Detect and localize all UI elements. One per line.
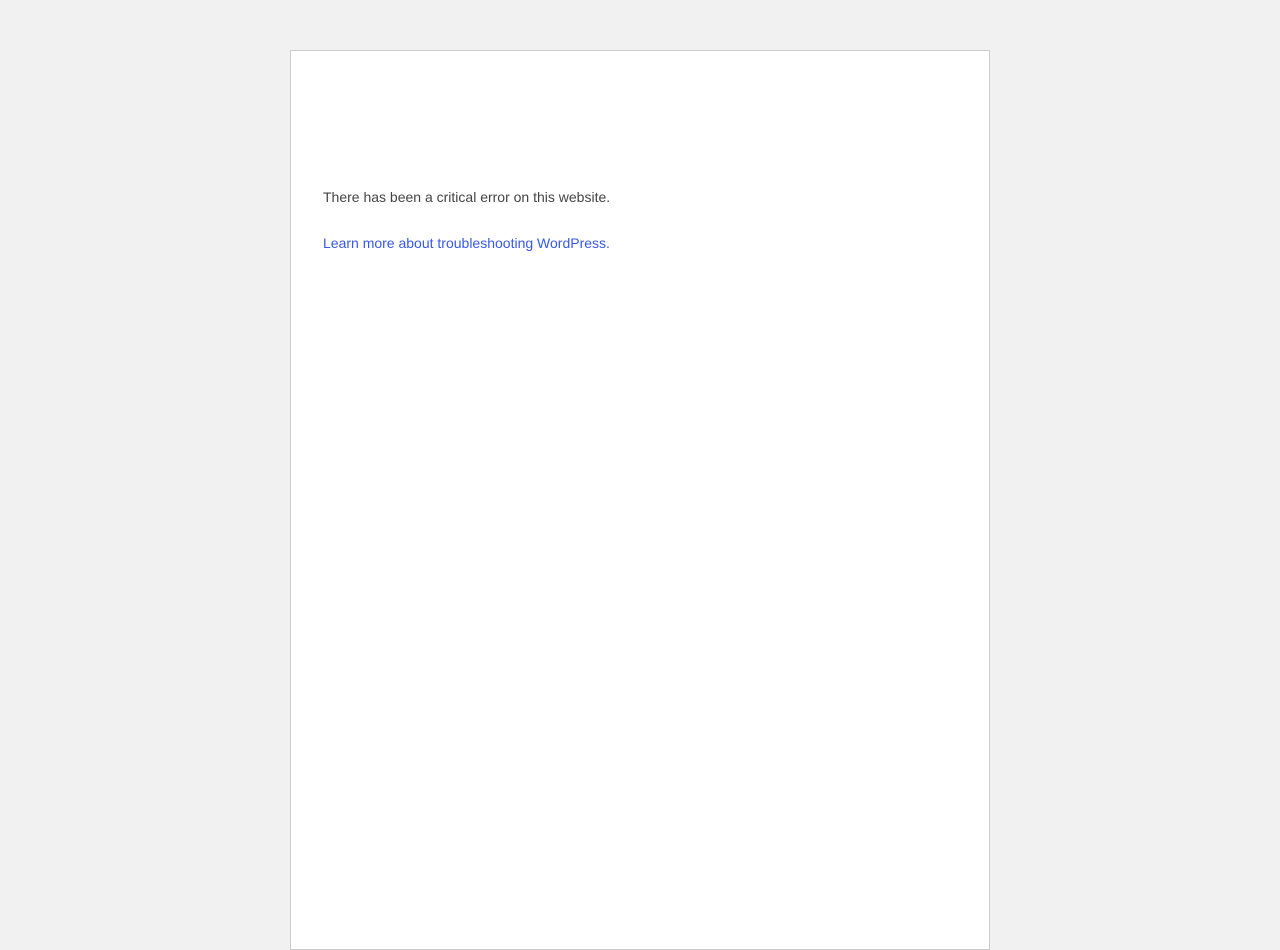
error-page-panel: There has been a critical error on this … [290,50,990,950]
error-content: There has been a critical error on this … [323,187,957,253]
troubleshooting-link[interactable]: Learn more about troubleshooting WordPre… [323,233,610,253]
critical-error-message: There has been a critical error on this … [323,189,611,205]
